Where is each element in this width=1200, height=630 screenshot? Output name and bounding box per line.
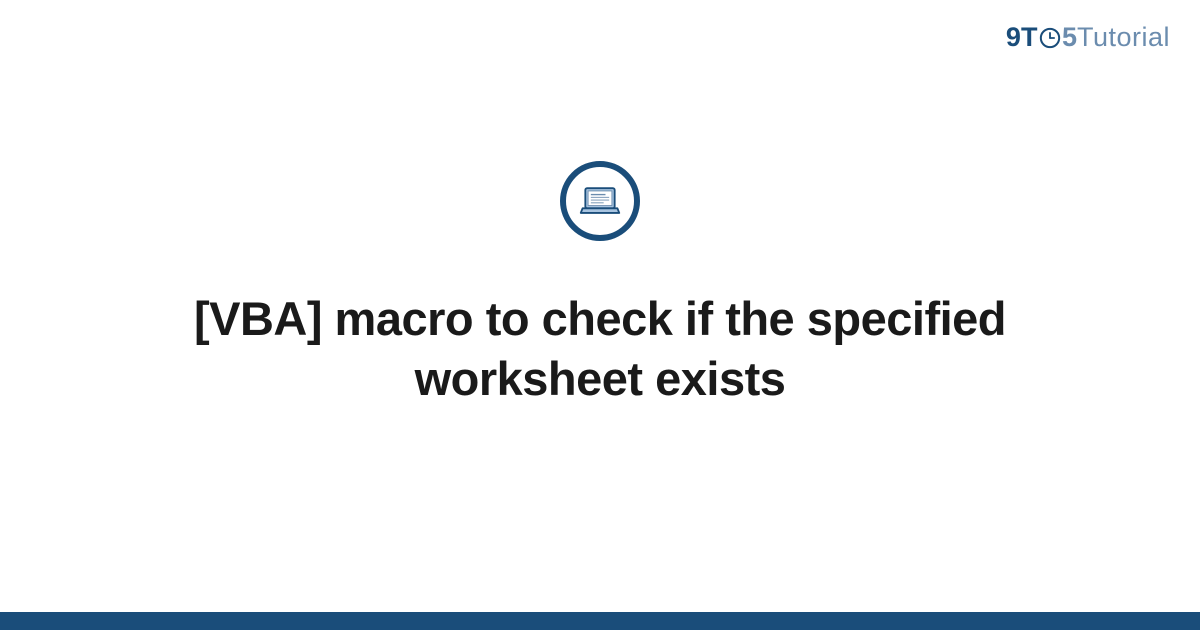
page-title: [VBA] macro to check if the specified wo… xyxy=(150,289,1050,409)
footer-accent-bar xyxy=(0,612,1200,630)
laptop-icon xyxy=(560,161,640,241)
main-content: [VBA] macro to check if the specified wo… xyxy=(0,0,1200,630)
